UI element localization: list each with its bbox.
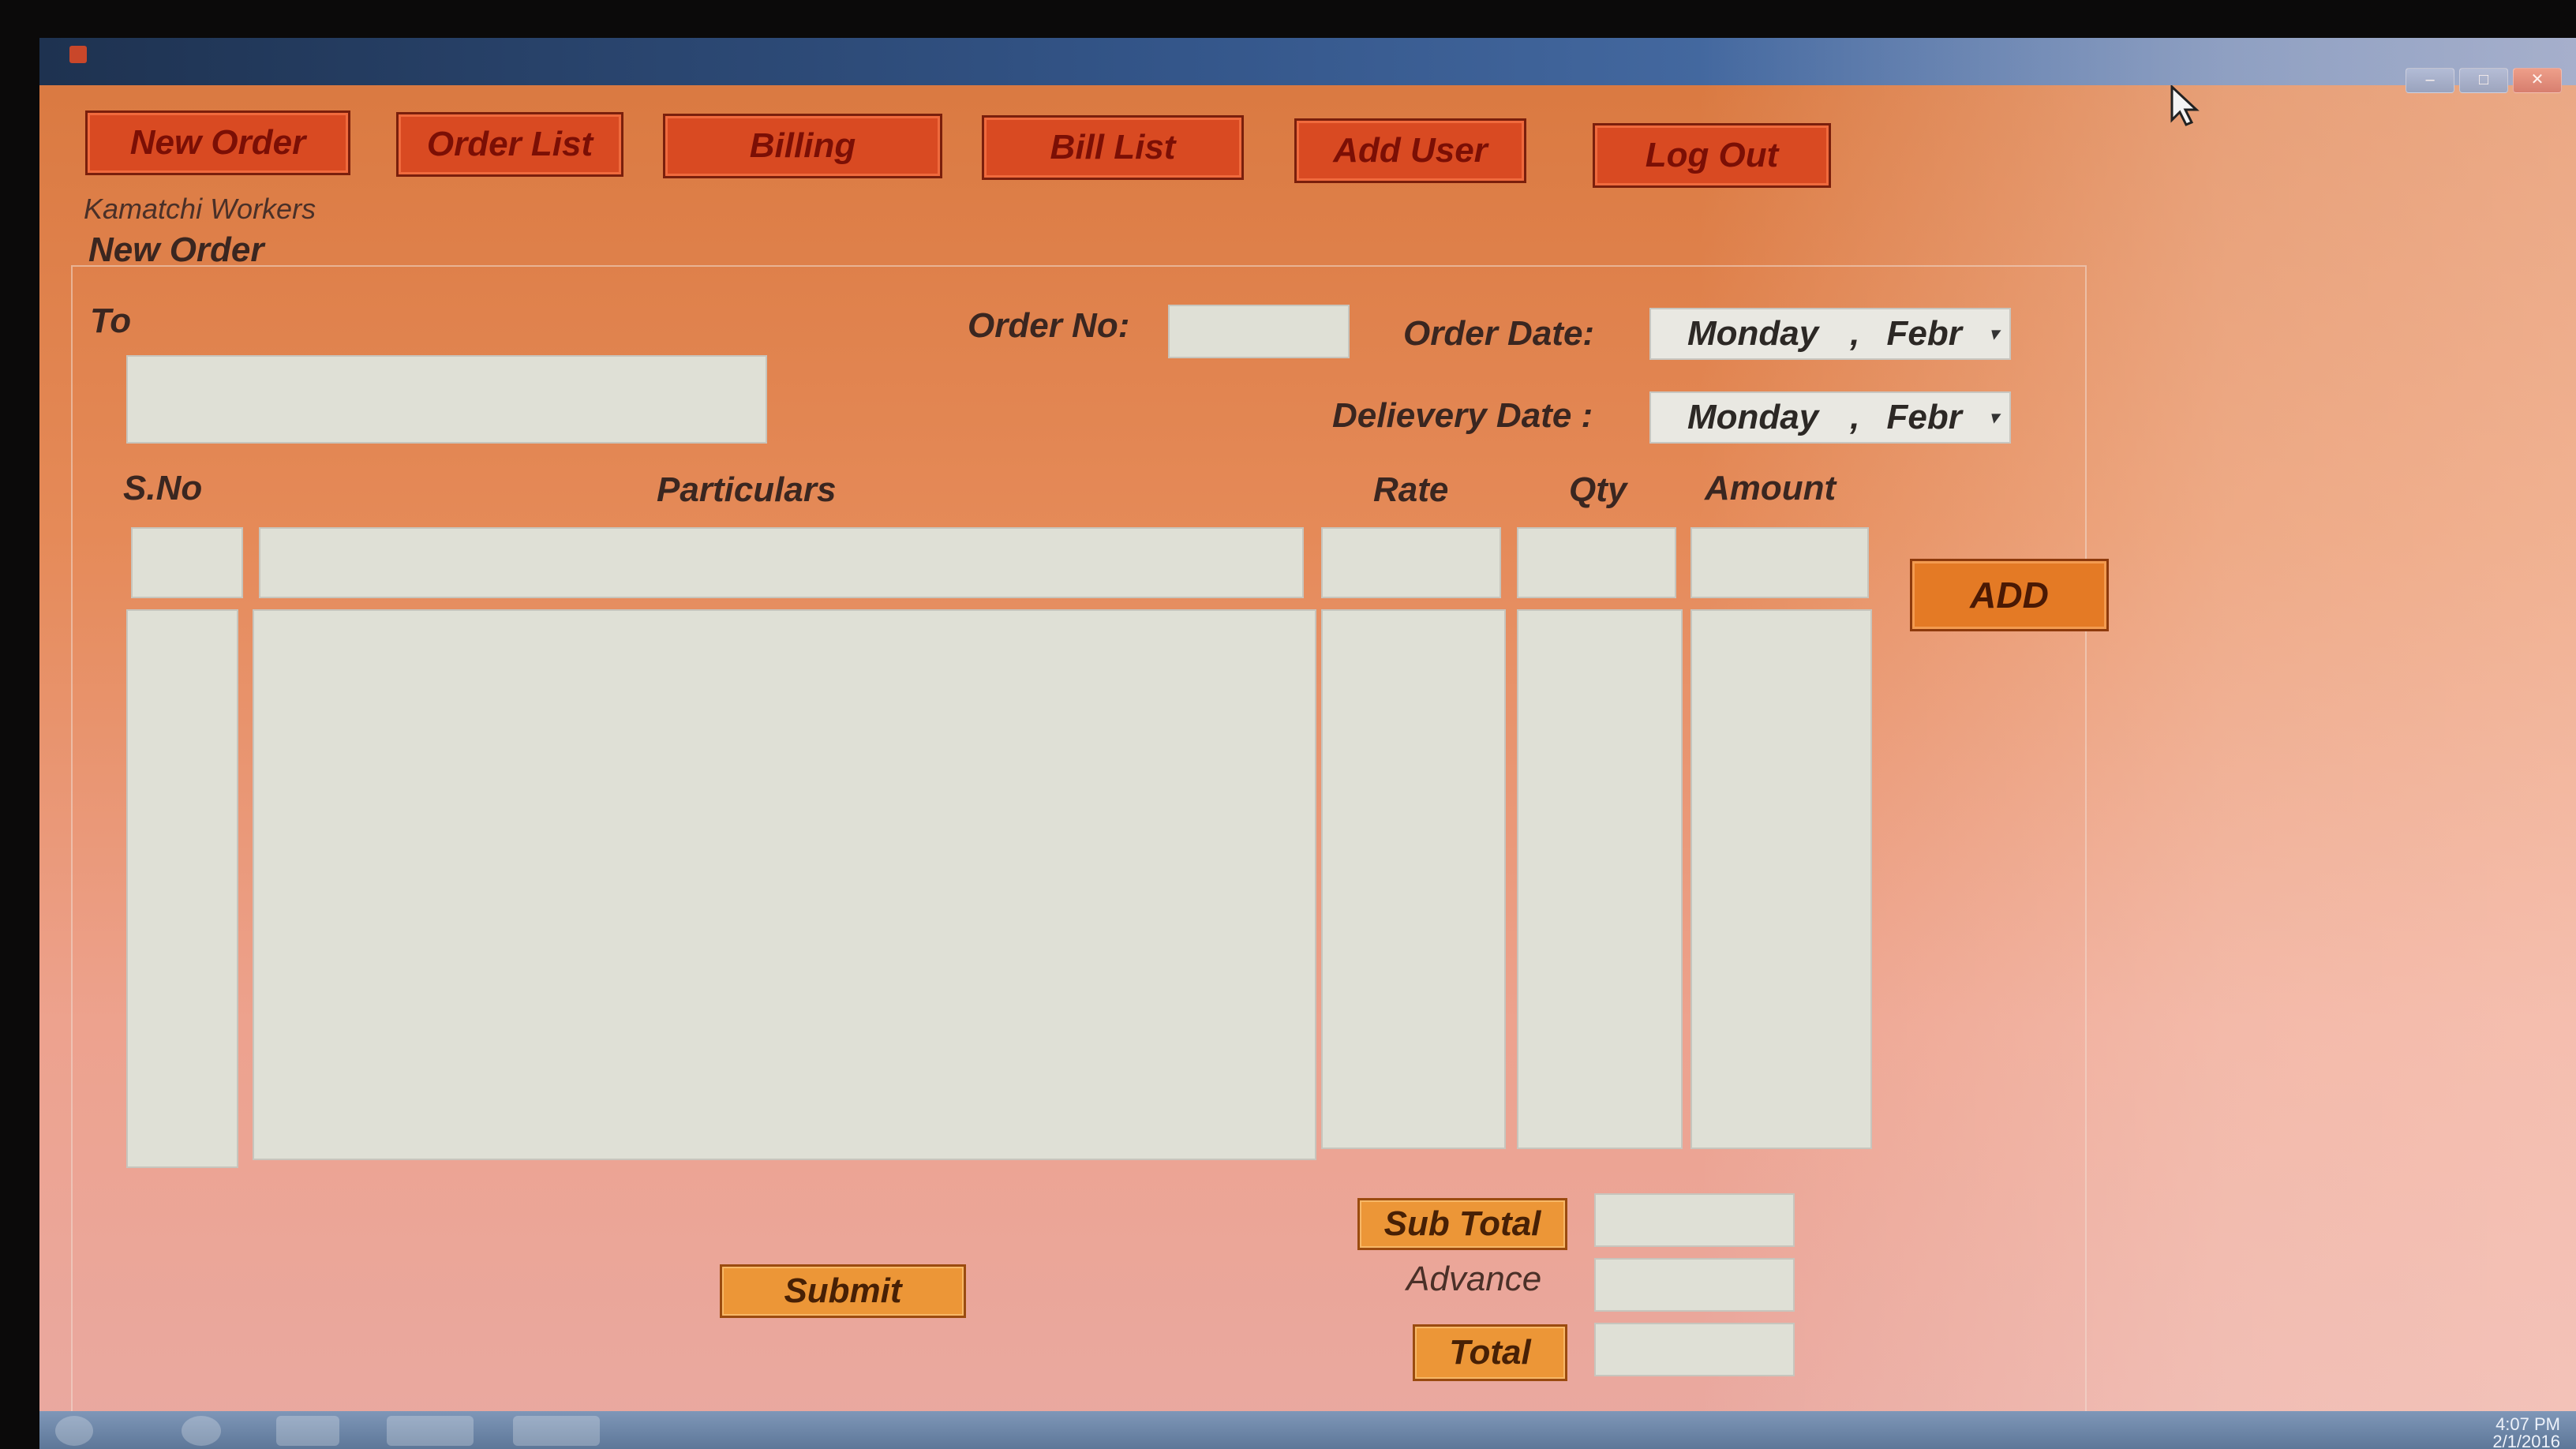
order-date-day: Monday <box>1687 314 1819 353</box>
chevron-down-icon[interactable]: ▾ <box>1990 324 1998 344</box>
log-out-nav-button[interactable]: Log Out <box>1593 123 1831 188</box>
qty-input[interactable] <box>1517 527 1676 598</box>
mouse-cursor-icon <box>2170 85 2200 126</box>
amount-list[interactable] <box>1690 609 1872 1149</box>
order-date-month: Febr <box>1886 314 1962 353</box>
advance-label: Advance <box>1406 1260 1542 1298</box>
app-taskbar-icon[interactable] <box>513 1416 600 1446</box>
media-icon[interactable] <box>276 1416 339 1446</box>
tray-clock[interactable]: 4:07 PM 2/1/2016 <box>2492 1416 2560 1449</box>
add-button[interactable]: ADD <box>1910 559 2109 631</box>
order-no-label: Order No: <box>968 306 1130 345</box>
sub-total-button[interactable]: Sub Total <box>1357 1198 1567 1250</box>
chevron-down-icon[interactable]: ▾ <box>1990 407 1998 428</box>
window-controls: – □ ✕ <box>2406 68 2562 93</box>
folder-icon[interactable] <box>387 1416 474 1446</box>
company-name: Kamatchi Workers <box>84 193 316 225</box>
rate-list[interactable] <box>1321 609 1506 1149</box>
new-order-nav-button[interactable]: New Order <box>85 110 350 175</box>
sno-column-header: S.No <box>123 469 203 507</box>
delivery-date-separator: , <box>1850 398 1860 436</box>
minimize-icon[interactable]: – <box>2406 68 2454 93</box>
app-icon <box>69 46 87 63</box>
total-field[interactable] <box>1594 1323 1795 1376</box>
title-bar: – □ ✕ <box>39 38 2576 93</box>
qty-list[interactable] <box>1517 609 1683 1149</box>
order-date-separator: , <box>1850 314 1860 353</box>
order-list-nav-button[interactable]: Order List <box>396 112 623 177</box>
qty-column-header: Qty <box>1569 470 1627 509</box>
sub-total-field[interactable] <box>1594 1193 1795 1247</box>
rate-input[interactable] <box>1321 527 1501 598</box>
browser-icon[interactable] <box>182 1416 221 1446</box>
advance-field[interactable] <box>1594 1258 1795 1312</box>
submit-button[interactable]: Submit <box>720 1264 966 1318</box>
bill-list-nav-button[interactable]: Bill List <box>982 115 1244 180</box>
rate-column-header: Rate <box>1373 470 1449 509</box>
to-field[interactable] <box>126 355 767 444</box>
delivery-date-picker[interactable]: Monday , Febr ▾ <box>1649 391 2011 444</box>
order-no-field[interactable] <box>1168 305 1350 358</box>
total-button[interactable]: Total <box>1413 1324 1567 1381</box>
app-window: – □ ✕ New Order Order List Billing Bill … <box>39 38 2576 1449</box>
maximize-icon[interactable]: □ <box>2459 68 2508 93</box>
section-title: New Order <box>88 230 264 269</box>
particulars-list[interactable] <box>253 609 1316 1160</box>
tray-time: 4:07 PM <box>2496 1414 2560 1434</box>
billing-nav-button[interactable]: Billing <box>663 114 942 178</box>
close-icon[interactable]: ✕ <box>2513 68 2562 93</box>
sno-list[interactable] <box>126 609 238 1168</box>
tray-date: 2/1/2016 <box>2492 1432 2560 1449</box>
order-date-picker[interactable]: Monday , Febr ▾ <box>1649 308 2011 360</box>
sno-input[interactable] <box>131 527 243 598</box>
to-label: To <box>90 301 132 340</box>
start-icon[interactable] <box>55 1416 93 1446</box>
delivery-date-day: Monday <box>1687 398 1819 436</box>
particulars-column-header: Particulars <box>657 470 837 509</box>
order-date-label: Order Date: <box>1403 314 1595 353</box>
particulars-input[interactable] <box>259 527 1304 598</box>
amount-input[interactable] <box>1690 527 1869 598</box>
delivery-date-label: Delievery Date : <box>1332 396 1593 435</box>
taskbar: 4:07 PM 2/1/2016 <box>39 1411 2576 1449</box>
delivery-date-month: Febr <box>1886 398 1962 436</box>
amount-column-header: Amount <box>1705 469 1837 507</box>
add-user-nav-button[interactable]: Add User <box>1294 118 1526 183</box>
